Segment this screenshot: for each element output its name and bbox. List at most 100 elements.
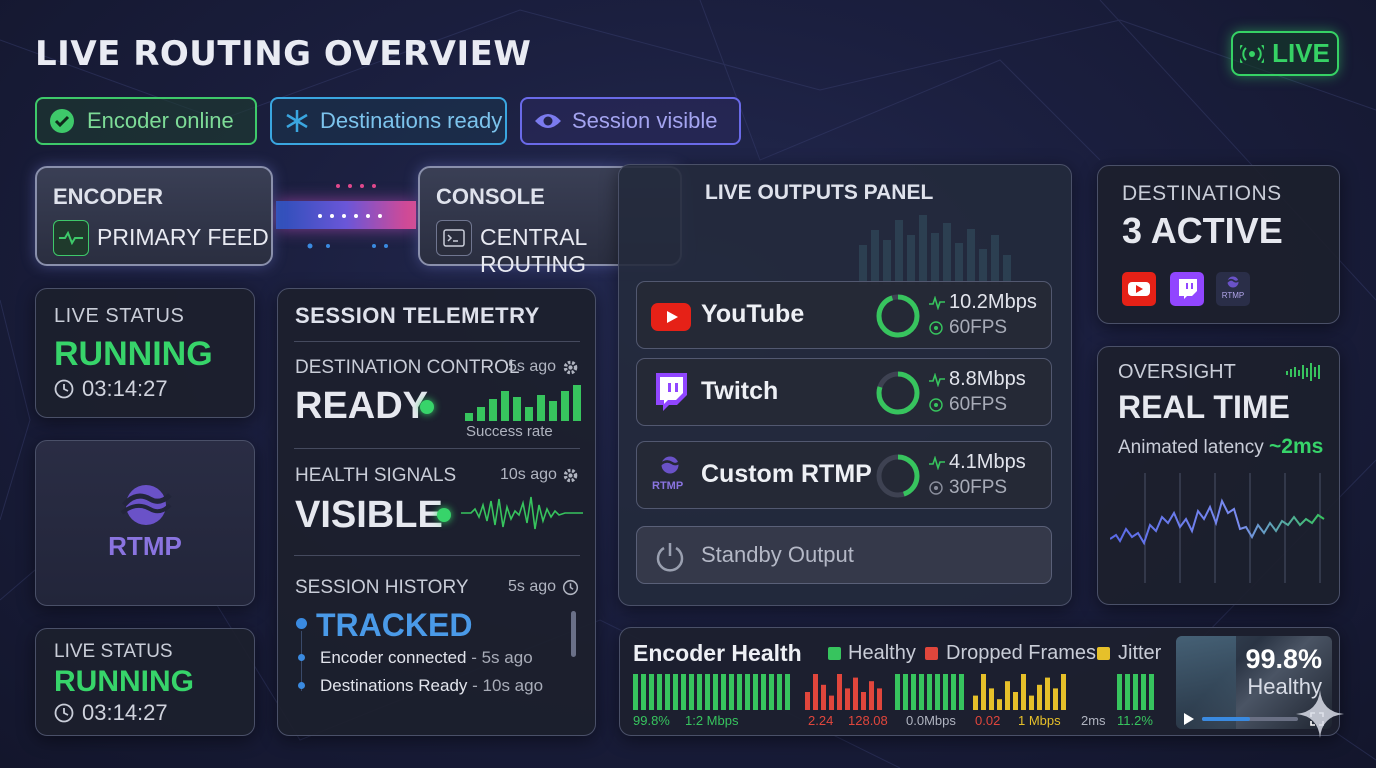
live-badge[interactable]: LIVE [1231, 31, 1339, 76]
fps-icon [929, 321, 943, 335]
legend-healthy-swatch [828, 647, 841, 660]
chip-encoder-online[interactable]: Encoder online [35, 97, 257, 145]
gear-icon[interactable] [562, 359, 579, 376]
play-icon[interactable] [1184, 713, 1194, 725]
output-row-youtube[interactable]: YouTube 10.2Mbps 60FPS [636, 281, 1052, 349]
history-scrollbar[interactable] [571, 611, 576, 657]
output-bitrate: 10.2Mbps [949, 291, 1037, 313]
latency-value: ~2ms [1269, 435, 1324, 458]
health-bar [845, 688, 850, 710]
health-bar [869, 681, 874, 710]
success-rate-caption: Success rate [466, 423, 553, 440]
stat-value: 2.24 [808, 713, 834, 728]
rtmp-logo-icon [120, 485, 172, 525]
health-bar [721, 674, 726, 710]
rtmp-mini-icon[interactable]: RTMP [1216, 272, 1250, 306]
terminal-icon [436, 220, 472, 256]
health-bar [973, 695, 978, 710]
bitrate-icon [929, 456, 945, 470]
health-bar [1061, 674, 1066, 710]
latency-chart [1110, 473, 1325, 583]
health-bar [1053, 688, 1058, 710]
success-rate-bars [465, 385, 581, 421]
preview-progress-fill [1202, 717, 1250, 721]
health-bar [951, 674, 956, 710]
twitch-icon[interactable] [1170, 272, 1204, 306]
output-row-custom-rtmp[interactable]: RTMP Custom RTMP 4.1Mbps 30FPS [636, 441, 1052, 509]
clock-icon [54, 703, 74, 723]
chip-label: Destinations ready [320, 108, 503, 133]
health-bar [777, 674, 782, 710]
standby-output-button[interactable]: Standby Output [636, 526, 1052, 584]
health-bar [927, 674, 932, 710]
history-event-time: - 5s ago [466, 648, 533, 667]
fps-icon [929, 481, 943, 495]
console-heading: CONSOLE [436, 184, 545, 209]
output-level-ring [876, 371, 920, 415]
live-status-heading: LIVE STATUS [54, 641, 173, 662]
output-level-ring [876, 294, 920, 338]
standby-label: Standby Output [701, 542, 854, 567]
preview-progress-track[interactable] [1202, 717, 1298, 721]
health-waveform [461, 496, 583, 530]
output-fps: 60FPS [949, 394, 1008, 415]
health-bar [911, 674, 916, 710]
preview-percent: 99.8% [1245, 644, 1322, 674]
oversight-card: OVERSIGHT REAL TIME Animated latency ~2m… [1097, 346, 1340, 605]
history-event-name: Destinations Ready [320, 676, 468, 695]
rtmp-mini-glyph [1226, 276, 1240, 288]
timeline-dot [298, 682, 305, 689]
chip-label: Encoder online [87, 108, 234, 133]
encoder-health-heading: Encoder Health [633, 640, 802, 666]
chip-session-visible[interactable]: Session visible [520, 97, 741, 145]
eye-icon [535, 114, 561, 128]
health-bar [943, 674, 948, 710]
chip-destinations-ready[interactable]: Destinations ready [270, 97, 507, 145]
health-bar [673, 674, 678, 710]
health-bar [829, 695, 834, 710]
youtube-icon[interactable] [1122, 272, 1156, 306]
stat-value: 0.02 [975, 713, 1001, 728]
broadcast-icon [1240, 44, 1265, 63]
health-bar [713, 674, 718, 710]
health-bar [861, 692, 866, 710]
output-row-twitch[interactable]: Twitch 8.8Mbps 60FPS [636, 358, 1052, 426]
legend-jitter-label: Jitter [1118, 642, 1162, 664]
health-bar [959, 674, 964, 710]
health-bar [981, 674, 986, 710]
health-bar [935, 674, 940, 710]
gear-icon[interactable] [562, 467, 579, 484]
encoder-heading: ENCODER [53, 184, 164, 209]
health-signals-label: HEALTH SIGNALS [295, 465, 457, 486]
youtube-icon [651, 303, 691, 331]
rtmp-icon-label: RTMP [652, 480, 684, 492]
health-bar [705, 674, 710, 710]
history-clock-icon[interactable] [562, 579, 579, 596]
rtmp-logo-card: RTMP [35, 440, 255, 606]
health-bar [753, 674, 758, 710]
health-bar [919, 674, 924, 710]
destination-control-value: READY [295, 385, 429, 427]
health-bar [737, 674, 742, 710]
health-bar [641, 674, 646, 710]
bitrate-icon [929, 296, 945, 310]
live-status-time: 03:14:27 [82, 376, 168, 401]
live-status-heading: LIVE STATUS [54, 305, 185, 327]
health-bar [657, 674, 662, 710]
stat-value: 128.08 [848, 713, 888, 728]
legend-healthy-label: Healthy [848, 642, 916, 664]
pulse-icon [53, 220, 89, 256]
health-bar [1149, 674, 1154, 710]
health-bar [785, 674, 790, 710]
encoder-card[interactable]: ENCODER PRIMARY FEED [35, 166, 273, 266]
health-bar [895, 674, 900, 710]
dashboard: LIVE ROUTING OVERVIEW LIVE Encoder onlin… [0, 0, 1376, 768]
health-bar [1045, 677, 1050, 710]
legend-dropped-swatch [925, 647, 938, 660]
signal-bars-icon [1286, 363, 1320, 381]
destinations-card: DESTINATIONS 3 ACTIVE RTMP [1097, 165, 1340, 324]
health-bar [769, 674, 774, 710]
destination-control-label: DESTINATION CONTROL [295, 357, 520, 378]
page-title: LIVE ROUTING OVERVIEW [35, 34, 532, 74]
stat-value: 99.8% [633, 713, 670, 728]
